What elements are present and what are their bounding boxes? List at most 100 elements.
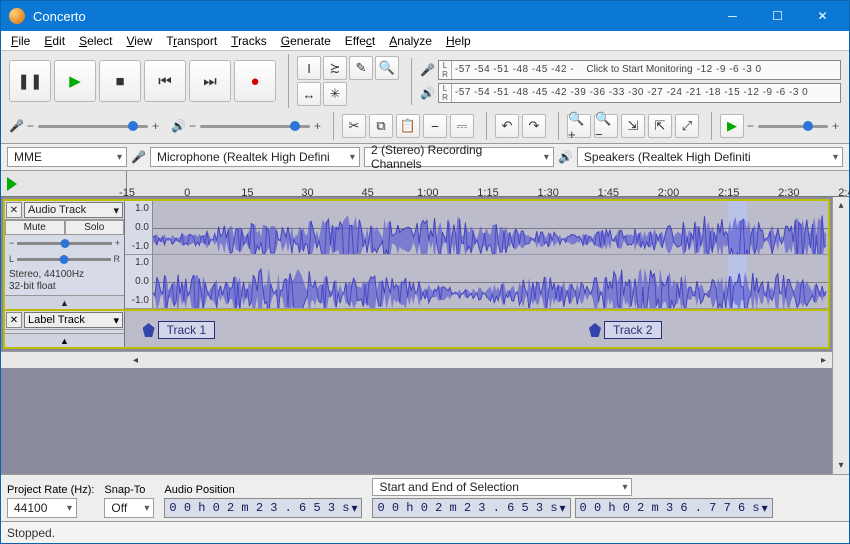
snap-to-dropdown[interactable]: Off	[104, 498, 154, 518]
multi-tool[interactable]: ✳	[323, 82, 347, 106]
paste-button[interactable]: 📋	[396, 114, 420, 138]
label-lane[interactable]: Track 1 Track 2	[125, 311, 828, 347]
menu-transport[interactable]: Transport	[160, 32, 223, 50]
play-speed-button[interactable]: ▶	[720, 114, 744, 138]
timeline-quickplay-corner[interactable]	[1, 171, 127, 196]
solo-button[interactable]: Solo	[65, 220, 125, 235]
audio-channel-right[interactable]: 1.00.0-1.0	[125, 255, 828, 309]
selection-start-field[interactable]: 0 0 h 0 2 m 2 3 . 6 5 3 s▾	[372, 498, 570, 518]
menu-generate[interactable]: Generate	[275, 32, 337, 50]
label-track-close-button[interactable]: ✕	[6, 312, 22, 328]
zoom-out-button[interactable]: 🔍−	[594, 114, 618, 138]
ruler-tick: 2:45	[838, 187, 850, 199]
timeline-ruler[interactable]: -1501530451:001:151:301:452:002:152:302:…	[1, 171, 849, 197]
selection-toolbar: Project Rate (Hz): 44100 Snap-To Off Aud…	[1, 474, 849, 521]
skip-start-button[interactable]: ⏮	[144, 60, 186, 102]
mute-button[interactable]: Mute	[5, 220, 65, 235]
playback-meter[interactable]: LR -57 -54 -51 -48 -45 -42 -39 -36 -33 -…	[438, 83, 841, 103]
horizontal-scrollbar[interactable]: ◂ ▸	[1, 351, 832, 368]
menu-tracks[interactable]: Tracks	[225, 32, 273, 50]
label-track-collapse-button[interactable]: ▲	[5, 333, 124, 347]
project-rate-dropdown[interactable]: 44100	[7, 498, 77, 518]
device-toolbar: MME Microphone (Realtek High Defini 2 (S…	[1, 144, 849, 171]
track-menu-dropdown[interactable]: Audio Track▾	[24, 202, 123, 218]
copy-button[interactable]: ⧉	[369, 114, 393, 138]
scroll-right-button[interactable]: ▸	[815, 352, 832, 369]
menu-edit[interactable]: Edit	[38, 32, 71, 50]
zoom-in-button[interactable]: 🔍+	[567, 114, 591, 138]
track-gain-slider[interactable]: −+	[5, 235, 124, 251]
maximize-button[interactable]: ☐	[755, 1, 800, 31]
play-at-speed: ▶ −+	[711, 112, 843, 140]
audio-position-label: Audio Position	[164, 484, 362, 496]
scroll-down-button[interactable]: ▾	[833, 457, 849, 474]
waveform-left	[153, 201, 828, 254]
scroll-left-button[interactable]: ◂	[127, 352, 144, 369]
track-pan-slider[interactable]: LR	[5, 251, 124, 267]
play-volume-slider[interactable]: −+	[189, 119, 321, 133]
audio-position-field[interactable]: 0 0 h 0 2 m 2 3 . 6 5 3 s▾	[164, 498, 362, 518]
zoom-tool[interactable]: 🔍	[375, 56, 399, 80]
status-bar: Stopped.	[1, 521, 849, 543]
label-text-1[interactable]: Track 1	[158, 321, 216, 339]
fit-selection-button[interactable]: ⇲	[621, 114, 645, 138]
edit-toolbar: ✂ ⧉ 📋 ⎯ ⎓	[333, 112, 478, 140]
record-device-dropdown[interactable]: Microphone (Realtek High Defini	[150, 147, 360, 167]
label-marker-2[interactable]: Track 2	[589, 321, 662, 339]
record-meter[interactable]: LR -57 -54 -51 -48 -45 -42 - Click to St…	[438, 60, 841, 80]
menu-select[interactable]: Select	[73, 32, 118, 50]
menu-file[interactable]: File	[5, 32, 36, 50]
timeshift-tool[interactable]: ↔	[297, 82, 321, 106]
app-icon	[9, 8, 25, 24]
play-mixer: −+	[167, 117, 325, 135]
label-text-2[interactable]: Track 2	[604, 321, 662, 339]
speaker-icon	[420, 87, 435, 99]
pause-button[interactable]: ❚❚	[9, 60, 51, 102]
waveform-right	[153, 255, 828, 308]
envelope-tool[interactable]: ≿	[323, 56, 347, 80]
selection-end-field[interactable]: 0 0 h 0 2 m 3 6 . 7 7 6 s▾	[575, 498, 773, 518]
selection-mode-dropdown[interactable]: Start and End of Selection	[372, 478, 632, 496]
redo-button[interactable]: ↷	[522, 114, 546, 138]
menu-analyze[interactable]: Analyze	[383, 32, 438, 50]
close-button[interactable]: ✕	[800, 1, 845, 31]
fit-project-button[interactable]: ⇱	[648, 114, 672, 138]
label-track-menu-dropdown[interactable]: Label Track▾	[24, 312, 123, 328]
record-channels-dropdown[interactable]: 2 (Stereo) Recording Channels	[364, 147, 554, 167]
label-track: ✕ Label Track▾ ▲ Track 1 Track 2	[3, 311, 830, 349]
menu-help[interactable]: Help	[440, 32, 477, 50]
vertical-scrollbar[interactable]: ▴ ▾	[832, 197, 849, 474]
skip-end-button[interactable]: ⏭	[189, 60, 231, 102]
record-volume-slider[interactable]: −+	[27, 119, 159, 133]
main-toolbars: ❚❚ ▶ ■ ⏮ ⏭ ● I ≿ ✎ 🔍 ↔ ✳ LR	[1, 51, 849, 144]
trim-button[interactable]: ⎯	[423, 114, 447, 138]
audio-channel-left[interactable]: 1.00.0-1.0	[125, 201, 828, 255]
silence-button[interactable]: ⎓	[450, 114, 474, 138]
undo-button[interactable]: ↶	[495, 114, 519, 138]
draw-tool[interactable]: ✎	[349, 56, 373, 80]
zoom-toolbar: 🔍+ 🔍− ⇲ ⇱ ⤢	[558, 112, 703, 140]
stop-button[interactable]: ■	[99, 60, 141, 102]
play-button[interactable]: ▶	[54, 60, 96, 102]
audio-host-dropdown[interactable]: MME	[7, 147, 127, 167]
status-text: Stopped.	[7, 526, 55, 540]
label-marker-1[interactable]: Track 1	[143, 321, 216, 339]
menu-view[interactable]: View	[120, 32, 158, 50]
scroll-up-button[interactable]: ▴	[833, 197, 849, 214]
menu-effect[interactable]: Effect	[339, 32, 381, 50]
label-pin-icon	[589, 323, 601, 337]
record-meter-hint: Click to Start Monitoring	[584, 64, 694, 75]
audio-track-header: ✕ Audio Track▾ Mute Solo −+ LR Stereo, 4…	[5, 201, 125, 309]
selection-tool[interactable]: I	[297, 56, 321, 80]
cut-button[interactable]: ✂	[342, 114, 366, 138]
play-speed-slider[interactable]: −+	[747, 119, 839, 133]
playback-device-dropdown[interactable]: Speakers (Realtek High Definiti	[577, 147, 843, 167]
record-button[interactable]: ●	[234, 60, 276, 102]
window-title: Concerto	[33, 9, 710, 24]
minimize-button[interactable]: ─	[710, 1, 755, 31]
zoom-toggle-button[interactable]: ⤢	[675, 114, 699, 138]
mic-icon	[420, 64, 435, 76]
track-collapse-button[interactable]: ▲	[5, 295, 124, 309]
menubar: File Edit Select View Transport Tracks G…	[1, 31, 849, 51]
track-close-button[interactable]: ✕	[6, 202, 22, 218]
